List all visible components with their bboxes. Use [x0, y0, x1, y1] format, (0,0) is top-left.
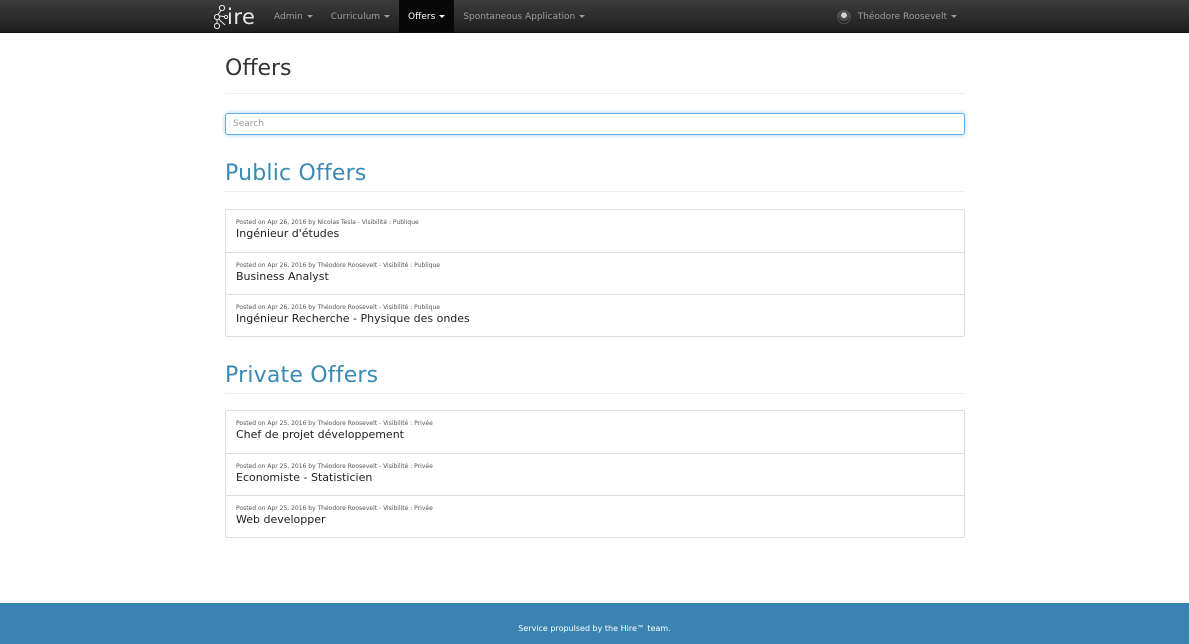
offer-item[interactable]: Posted on Apr 26, 2016 by Nicolas Tesla …	[226, 210, 964, 252]
avatar	[836, 9, 851, 24]
offer-item[interactable]: Posted on Apr 25, 2016 by Théodore Roose…	[226, 495, 964, 537]
main-nav: Admin Curriculum Offers Spontaneous Appl…	[265, 0, 594, 33]
offer-meta: Posted on Apr 26, 2016 by Théodore Roose…	[236, 262, 440, 269]
offer-meta: Posted on Apr 26, 2016 by Théodore Roose…	[236, 304, 440, 311]
public-offers-title: Public Offers	[225, 161, 367, 186]
offer-item[interactable]: Posted on Apr 26, 2016 by Théodore Roose…	[226, 294, 964, 336]
caret-down-icon	[579, 15, 586, 18]
page-header: Offers	[225, 54, 965, 94]
nav-admin[interactable]: Admin	[265, 0, 322, 33]
brand-logo[interactable]: ire	[214, 0, 255, 33]
search-input[interactable]	[225, 113, 965, 135]
caret-down-icon	[384, 15, 391, 18]
offer-title[interactable]: Web developper	[236, 513, 954, 527]
caret-down-icon	[439, 15, 446, 18]
public-offers-header: Public Offers	[225, 160, 965, 192]
user-menu[interactable]: Théodore Roosevelt	[836, 0, 957, 33]
offer-title[interactable]: Chef de projet développement	[236, 428, 954, 442]
private-offers-header: Private Offers	[225, 362, 965, 394]
footer: Service propulsed by the Hire™ team.	[0, 603, 1189, 644]
offer-meta: Posted on Apr 25, 2016 by Théodore Roose…	[236, 505, 433, 512]
private-offers-list: Posted on Apr 25, 2016 by Théodore Roose…	[225, 410, 965, 538]
offer-item[interactable]: Posted on Apr 25, 2016 by Théodore Roose…	[226, 411, 964, 453]
nav-offers-label: Offers	[408, 11, 436, 22]
page-title: Offers	[225, 56, 292, 81]
offer-title[interactable]: Ingénieur d'études	[236, 227, 954, 241]
offer-item[interactable]: Posted on Apr 26, 2016 by Théodore Roose…	[226, 252, 964, 294]
offer-title[interactable]: Ingénieur Recherche - Physique des ondes	[236, 312, 954, 326]
user-name: Théodore Roosevelt	[857, 11, 947, 22]
private-offers-title: Private Offers	[225, 363, 379, 388]
public-offers-list: Posted on Apr 26, 2016 by Nicolas Tesla …	[225, 209, 965, 337]
caret-down-icon	[306, 15, 313, 18]
molecule-logo-icon	[214, 4, 228, 30]
offer-meta: Posted on Apr 25, 2016 by Théodore Roose…	[236, 463, 433, 470]
nav-admin-label: Admin	[274, 11, 303, 22]
caret-down-icon	[951, 15, 957, 18]
nav-curriculum-label: Curriculum	[330, 11, 381, 22]
nav-curriculum[interactable]: Curriculum	[322, 0, 399, 33]
offer-meta: Posted on Apr 25, 2016 by Théodore Roose…	[236, 420, 433, 427]
footer-text: Service propulsed by the Hire™ team.	[518, 624, 671, 633]
nav-spontaneous-application-label: Spontaneous Application	[463, 11, 576, 22]
offer-title[interactable]: Business Analyst	[236, 270, 954, 284]
offer-title[interactable]: Economiste - Statisticien	[236, 471, 954, 485]
offer-meta: Posted on Apr 26, 2016 by Nicolas Tesla …	[236, 219, 419, 226]
brand-text: ire	[227, 4, 256, 29]
top-navbar: ire Admin Curriculum Offers Spontaneous …	[0, 0, 1189, 33]
nav-spontaneous-application[interactable]: Spontaneous Application	[454, 0, 594, 33]
offer-item[interactable]: Posted on Apr 25, 2016 by Théodore Roose…	[226, 453, 964, 495]
nav-offers[interactable]: Offers	[399, 0, 455, 33]
